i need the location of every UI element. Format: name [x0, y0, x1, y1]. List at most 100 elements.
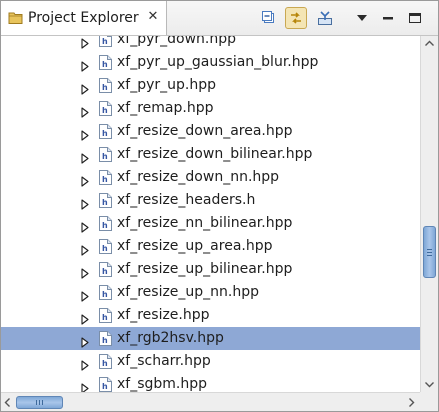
tree-item[interactable]: h xf_resize_headers.h [1, 189, 420, 212]
svg-text:h: h [102, 313, 108, 322]
tree-item[interactable]: h xf_resize_down_nn.hpp [1, 166, 420, 189]
tree-item[interactable]: h xf_pyr_up.hpp [1, 74, 420, 97]
tree-item[interactable]: h xf_remap.hpp [1, 97, 420, 120]
tree-item-label: xf_pyr_up.hpp [117, 77, 216, 93]
expand-arrow-icon[interactable] [81, 379, 89, 392]
tree-item[interactable]: h xf_sgbm.hpp [1, 373, 420, 392]
expand-arrow-icon[interactable] [81, 103, 89, 118]
header-file-icon: h [99, 354, 112, 369]
tree-item-label: xf_pyr_down.hpp [117, 36, 237, 47]
svg-text:h: h [102, 83, 108, 92]
scroll-left-arrow-icon[interactable] [1, 395, 15, 410]
expand-arrow-icon[interactable] [81, 333, 89, 348]
scroll-up-arrow-icon[interactable] [421, 36, 438, 51]
expand-arrow-icon[interactable] [81, 57, 89, 72]
expand-arrow-icon[interactable] [81, 310, 89, 325]
expand-arrow-icon[interactable] [81, 172, 89, 187]
tree-item-label: xf_pyr_up_gaussian_blur.hpp [117, 54, 319, 70]
tree-item-label: xf_resize.hpp [117, 307, 210, 323]
expand-arrow-icon[interactable] [81, 36, 89, 49]
horizontal-scrollbar[interactable] [1, 392, 420, 411]
header-file-icon: h [99, 101, 112, 116]
tree-item-label: xf_scharr.hpp [117, 353, 211, 369]
header-file-icon: h [99, 36, 112, 47]
header-file-icon: h [99, 216, 112, 231]
tree-item[interactable]: h xf_pyr_up_gaussian_blur.hpp [1, 51, 420, 74]
svg-text:h: h [102, 60, 108, 69]
tree-item-label: xf_resize_up_area.hpp [117, 238, 273, 254]
expand-arrow-icon[interactable] [81, 264, 89, 279]
tree-item-label: xf_remap.hpp [117, 100, 214, 116]
focus-on-active-task-button[interactable] [314, 7, 336, 29]
scroll-down-arrow-icon[interactable] [421, 377, 438, 392]
tree-item-label: xf_resize_nn_bilinear.hpp [117, 215, 293, 231]
tree-item-label: xf_resize_down_area.hpp [117, 123, 293, 139]
thumb-grip [36, 400, 38, 405]
collapse-all-button[interactable] [258, 7, 280, 29]
header-file-icon: h [99, 262, 112, 277]
svg-text:h: h [102, 37, 108, 46]
tree-item-label: xf_resize_headers.h [117, 192, 256, 208]
svg-text:h: h [102, 129, 108, 138]
tree-item[interactable]: h xf_rgb2hsv.hpp [1, 327, 420, 350]
tree-item[interactable]: h xf_resize_up_bilinear.hpp [1, 258, 420, 281]
tree-item[interactable]: h xf_resize_up_area.hpp [1, 235, 420, 258]
header-file-icon: h [99, 78, 112, 93]
svg-text:h: h [102, 290, 108, 299]
tree-item-label: xf_sgbm.hpp [117, 376, 208, 392]
expand-arrow-icon[interactable] [81, 287, 89, 302]
view-header: Project Explorer ✕ [1, 1, 438, 36]
header-file-icon: h [99, 124, 112, 139]
svg-text:h: h [102, 106, 108, 115]
header-file-icon: h [99, 147, 112, 162]
header-file-icon: h [99, 285, 112, 300]
tree-item[interactable]: h xf_pyr_down.hpp [1, 36, 420, 51]
tree-item-label: xf_rgb2hsv.hpp [117, 330, 224, 346]
thumb-grip [39, 400, 41, 405]
header-file-icon: h [99, 55, 112, 70]
header-file-icon: h [99, 308, 112, 323]
expand-arrow-icon[interactable] [81, 80, 89, 95]
svg-text:h: h [102, 198, 108, 207]
tree-item[interactable]: h xf_resize_up_nn.hpp [1, 281, 420, 304]
tree-item[interactable]: h xf_resize_nn_bilinear.hpp [1, 212, 420, 235]
expand-arrow-icon[interactable] [81, 241, 89, 256]
expand-arrow-icon[interactable] [81, 149, 89, 164]
project-explorer-icon [8, 10, 23, 25]
maximize-button[interactable] [404, 7, 426, 29]
vertical-scrollbar-thumb[interactable] [423, 226, 436, 279]
header-file-icon: h [99, 239, 112, 254]
expand-arrow-icon[interactable] [81, 195, 89, 210]
thumb-grip [427, 249, 432, 251]
expand-arrow-icon[interactable] [81, 218, 89, 233]
thumb-grip [427, 255, 432, 257]
tree-item-label: xf_resize_down_bilinear.hpp [117, 146, 313, 162]
project-explorer-view: Project Explorer ✕ h xf_pyr_down.hpp h x… [0, 0, 439, 412]
tree-item[interactable]: h xf_resize.hpp [1, 304, 420, 327]
project-explorer-tab[interactable]: Project Explorer ✕ [1, 1, 167, 35]
tree-item-label: xf_resize_down_nn.hpp [117, 169, 280, 185]
header-file-icon: h [99, 377, 112, 392]
svg-text:h: h [102, 267, 108, 276]
vertical-scrollbar[interactable] [420, 36, 438, 392]
thumb-grip [42, 400, 44, 405]
scroll-right-arrow-icon[interactable] [404, 395, 418, 410]
svg-text:h: h [102, 382, 108, 391]
tree-item[interactable]: h xf_resize_down_bilinear.hpp [1, 143, 420, 166]
thumb-grip [427, 252, 432, 254]
header-file-icon: h [99, 193, 112, 208]
svg-text:h: h [102, 359, 108, 368]
horizontal-scrollbar-thumb[interactable] [16, 396, 63, 409]
view-menu-button[interactable] [351, 7, 373, 29]
minimize-button[interactable] [377, 7, 399, 29]
svg-text:h: h [102, 336, 108, 345]
tree-item[interactable]: h xf_resize_down_area.hpp [1, 120, 420, 143]
expand-arrow-icon[interactable] [81, 126, 89, 141]
link-with-editor-button[interactable] [285, 7, 307, 29]
expand-arrow-icon[interactable] [81, 356, 89, 371]
tree-item-label: xf_resize_up_bilinear.hpp [117, 261, 293, 277]
tree-item[interactable]: h xf_scharr.hpp [1, 350, 420, 373]
tree-item-label: xf_resize_up_nn.hpp [117, 284, 260, 300]
file-tree[interactable]: h xf_pyr_down.hpp h xf_pyr_up_gaussian_blur… [1, 36, 420, 392]
close-icon[interactable]: ✕ [147, 10, 159, 24]
